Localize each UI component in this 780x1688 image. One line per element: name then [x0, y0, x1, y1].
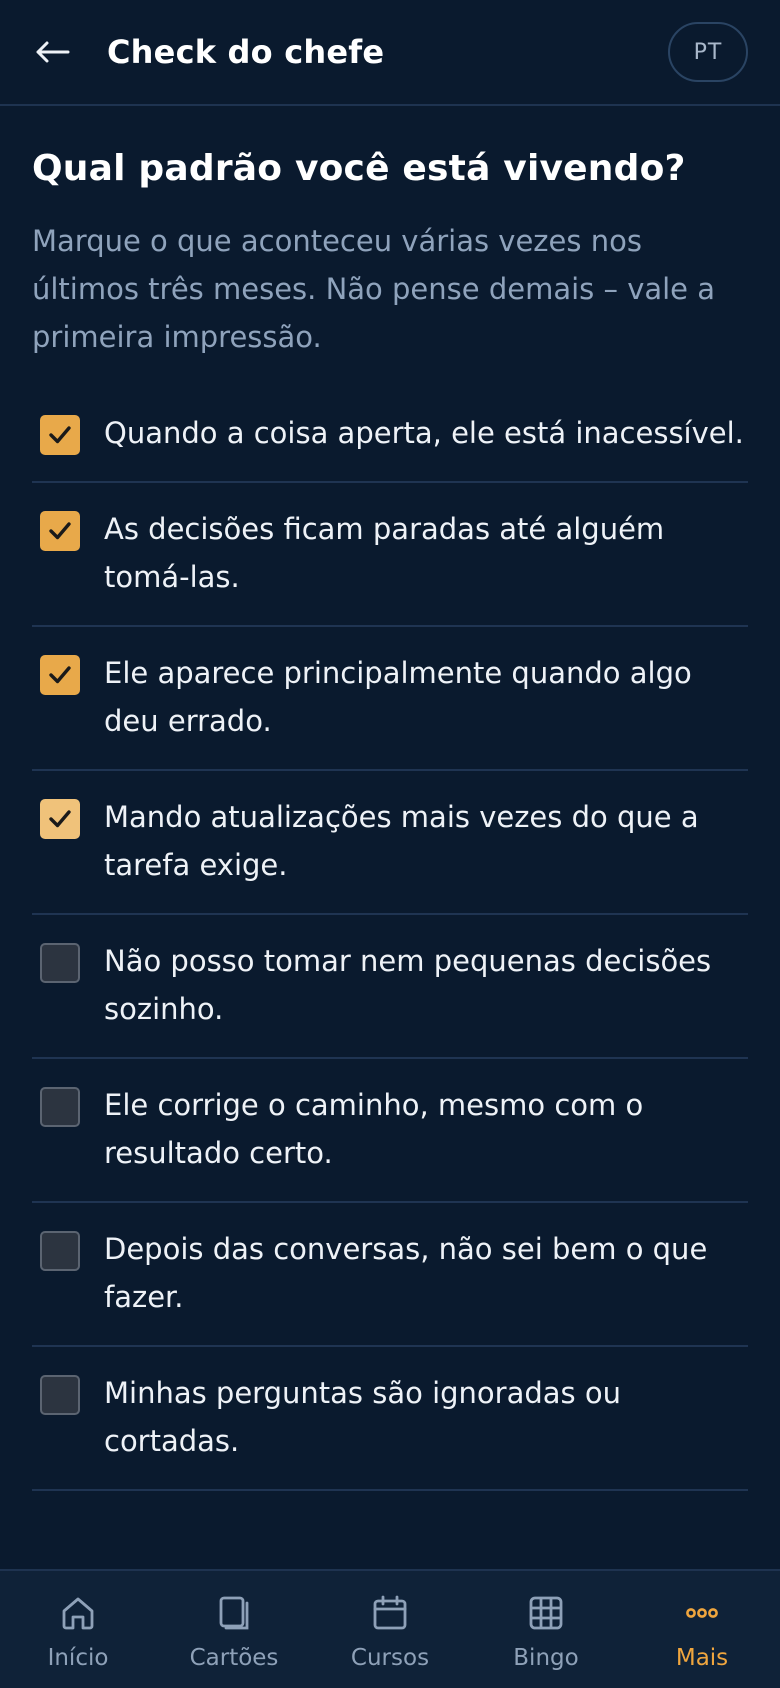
back-button[interactable] [28, 28, 76, 76]
checklist-item[interactable]: As decisões ficam paradas até alguém tom… [32, 483, 748, 627]
top-bar: Check do chefe PT [0, 0, 780, 106]
pattern-checklist: Quando a coisa aperta, ele está inacessí… [32, 397, 748, 1491]
checklist-item[interactable]: Ele corrige o caminho, mesmo com o resul… [32, 1059, 748, 1203]
nav-label: Cartões [189, 1645, 279, 1671]
nav-item-cartoes[interactable]: Cartões [156, 1571, 312, 1688]
app-screen: Check do chefe PT Qual padrão você está … [0, 0, 780, 1688]
checkbox[interactable] [40, 414, 80, 455]
checklist-item[interactable]: Quando a coisa aperta, ele está inacessí… [32, 397, 748, 483]
checkmark-icon [49, 666, 71, 683]
nav-item-inicio[interactable]: Início [0, 1571, 156, 1688]
checkbox[interactable] [40, 654, 80, 695]
nav-label: Cursos [350, 1645, 430, 1671]
checkbox[interactable] [40, 798, 80, 839]
calendar-icon [368, 1591, 412, 1635]
checklist-item[interactable]: Não posso tomar nem pequenas decisões so… [32, 915, 748, 1059]
checkbox[interactable] [40, 942, 80, 983]
checkbox[interactable] [40, 1374, 80, 1415]
checklist-item-label: Quando a coisa aperta, ele está inacessí… [104, 415, 744, 450]
nav-label: Bingo [513, 1645, 579, 1671]
checklist-item-label: Ele aparece principalmente quando algo d… [104, 655, 692, 738]
nav-label: Início [47, 1645, 109, 1671]
checklist-item-label: Depois das conversas, não sei bem o que … [104, 1231, 708, 1314]
arrow-left-icon [36, 41, 70, 63]
checklist-item-label: Mando atualizações mais vezes do que a t… [104, 799, 699, 882]
checklist-item-label: As decisões ficam paradas até alguém tom… [104, 511, 665, 594]
bottom-navigation: Início Cartões Cursos Bingo Mais [0, 1569, 780, 1688]
checklist-item[interactable]: Depois das conversas, não sei bem o que … [32, 1203, 748, 1347]
cards-icon [212, 1591, 256, 1635]
checkbox[interactable] [40, 1230, 80, 1271]
main-content: Qual padrão você está vivendo? Marque o … [32, 106, 748, 1569]
checkmark-icon [49, 810, 71, 827]
checkmark-icon [49, 522, 71, 539]
checklist-item[interactable]: Minhas perguntas são ignoradas ou cortad… [32, 1347, 748, 1491]
question-heading: Qual padrão você está vivendo? [32, 148, 686, 189]
checklist-item-label: Minhas perguntas são ignoradas ou cortad… [104, 1375, 621, 1458]
page-title: Check do chefe [107, 33, 385, 71]
checkbox[interactable] [40, 1086, 80, 1127]
home-icon [56, 1591, 100, 1635]
nav-item-bingo[interactable]: Bingo [468, 1571, 624, 1688]
checkmark-icon [49, 426, 71, 443]
instructions-text: Marque o que aconteceu várias vezes nos … [32, 223, 716, 354]
nav-item-cursos[interactable]: Cursos [312, 1571, 468, 1688]
more-dots-icon [680, 1591, 724, 1635]
nav-item-mais[interactable]: Mais [624, 1571, 780, 1688]
checklist-item[interactable]: Mando atualizações mais vezes do que a t… [32, 771, 748, 915]
checkbox[interactable] [40, 510, 80, 551]
checklist-item-label: Ele corrige o caminho, mesmo com o resul… [104, 1087, 644, 1170]
grid-icon [524, 1591, 568, 1635]
checklist-item-label: Não posso tomar nem pequenas decisões so… [104, 943, 712, 1026]
checklist-item[interactable]: Ele aparece principalmente quando algo d… [32, 627, 748, 771]
nav-label: Mais [675, 1645, 729, 1671]
language-button[interactable]: PT [668, 22, 748, 82]
